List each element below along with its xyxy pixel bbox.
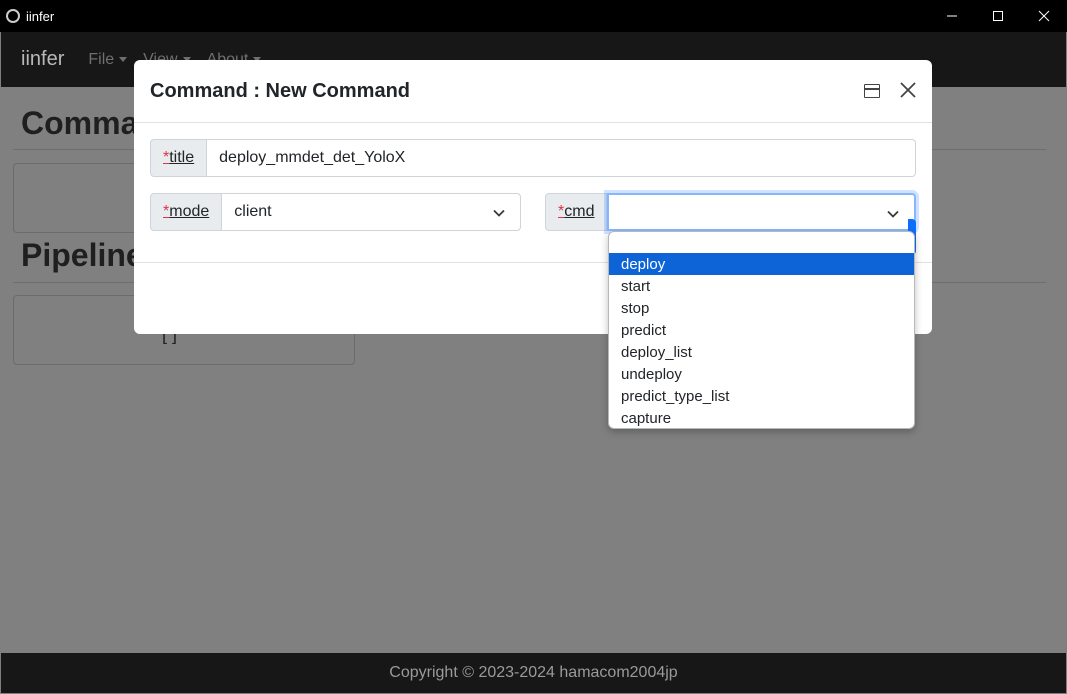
app-globe-icon (6, 9, 20, 23)
modal-title: Command : New Command (150, 79, 411, 102)
title-label-text: title (169, 149, 195, 166)
window-controls (929, 0, 1067, 32)
cmd-option-deploy[interactable]: deploy (609, 253, 914, 275)
chevron-down-icon (493, 209, 505, 217)
menu-file-label: File (88, 50, 115, 68)
window-titlebar: iinfer (0, 0, 1067, 32)
cmd-option-undeploy[interactable]: undeploy (609, 363, 914, 385)
mode-label: * mode (150, 193, 223, 231)
window-title: iinfer (26, 8, 55, 24)
cmd-option-capture[interactable]: capture (609, 407, 914, 429)
mode-select[interactable]: client (222, 193, 521, 231)
cmd-option-stop[interactable]: stop (609, 297, 914, 319)
close-window-button[interactable] (1021, 0, 1067, 32)
title-input-value: deploy_mmdet_det_YoloX (219, 149, 406, 166)
modal-header: Command : New Command (134, 60, 932, 123)
cmd-label: * cmd (545, 193, 608, 231)
close-icon (1038, 10, 1050, 22)
minimize-button[interactable] (929, 0, 975, 32)
navbar-brand[interactable]: iinfer (21, 48, 64, 71)
maximize-button[interactable] (975, 0, 1021, 32)
mode-input-group: * mode client (150, 193, 521, 231)
copyright-text: Copyright © 2023-2024 hamacom2004jp (389, 664, 678, 681)
cmd-option-deploy-list[interactable]: deploy_list (609, 341, 914, 363)
cmd-dropdown-list: deploy start stop predict deploy_list un… (608, 231, 915, 429)
caret-down-icon (119, 57, 128, 62)
cmd-label-text: cmd (564, 203, 595, 220)
cmd-option-start[interactable]: start (609, 275, 914, 297)
minimize-icon (947, 15, 957, 17)
cmd-option-predict-type-list[interactable]: predict_type_list (609, 385, 914, 407)
title-input[interactable]: deploy_mmdet_det_YoloX (207, 139, 916, 177)
mode-select-value: client (234, 203, 272, 220)
menu-file[interactable]: File (88, 50, 128, 69)
title-input-group: * title deploy_mmdet_det_YoloX (150, 139, 916, 177)
footer: Copyright © 2023-2024 hamacom2004jp (1, 653, 1066, 693)
command-card[interactable] (13, 163, 143, 233)
maximize-icon (993, 11, 1003, 21)
close-icon[interactable] (898, 80, 918, 100)
cmd-option-predict[interactable]: predict (609, 319, 914, 341)
cmd-input-group: * cmd (545, 193, 916, 231)
cmd-select[interactable] (607, 193, 916, 231)
mode-label-text: mode (169, 203, 210, 220)
window-maximize-icon[interactable] (864, 84, 880, 98)
chevron-down-icon (887, 210, 899, 218)
title-label: * title (150, 139, 208, 177)
